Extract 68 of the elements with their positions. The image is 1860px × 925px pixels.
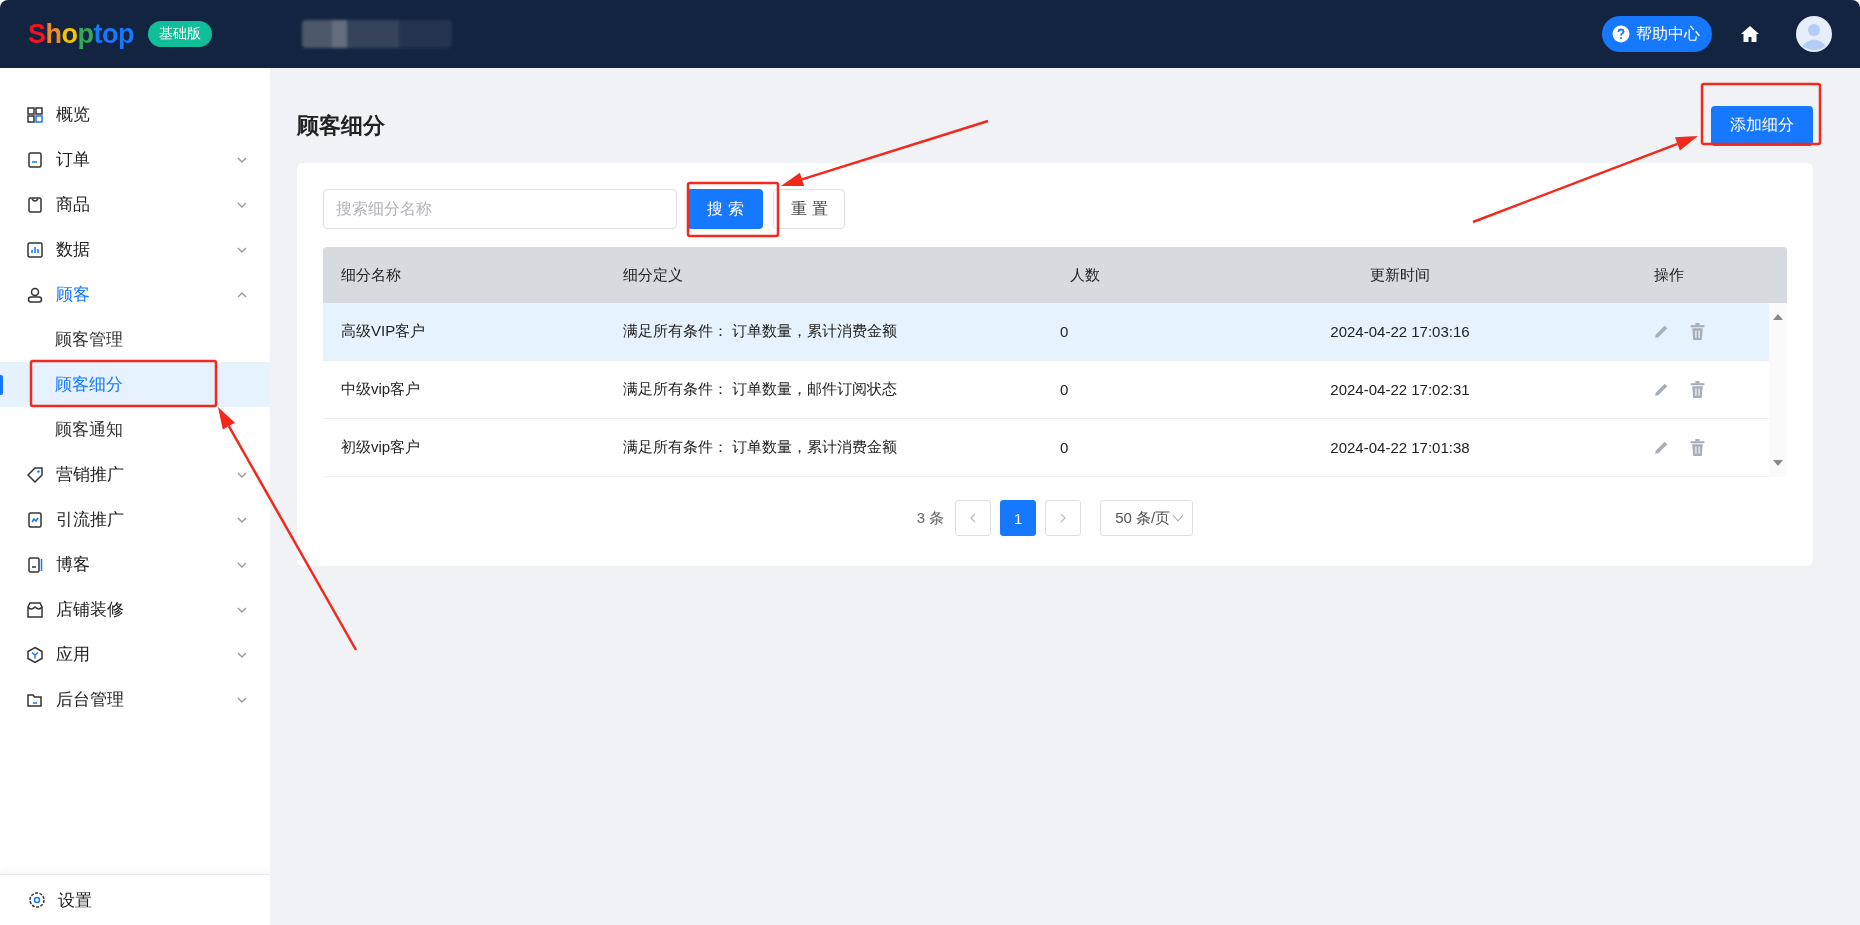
store-icon — [26, 600, 44, 619]
column-header: 细分名称 — [340, 265, 402, 285]
sidebar-item[interactable]: 数据 — [0, 227, 270, 272]
table-cell-text: 2024-04-22 17:03:16 — [1329, 323, 1471, 340]
bar-chart-icon — [26, 240, 44, 259]
trend-document-icon — [26, 510, 44, 529]
scroll-up-icon[interactable] — [1772, 313, 1784, 321]
grid-icon — [26, 105, 44, 124]
table-row[interactable]: 初级vip客户 满足所有条件： 订单数量，累计消费金额 0 2024-04-22 17:01:38 — [323, 419, 1769, 477]
cube-icon — [26, 645, 44, 664]
avatar-icon[interactable] — [1796, 16, 1832, 52]
logo[interactable]: Shoptop — [28, 18, 134, 50]
delete-icon[interactable] — [1688, 322, 1707, 341]
table-cell-text: 2024-04-22 17:02:31 — [1329, 381, 1471, 398]
page-title: 顾客细分 — [297, 111, 385, 140]
table-cell-text: 高级VIP客户 — [340, 322, 427, 341]
document-icon — [26, 555, 44, 574]
scroll-down-icon[interactable] — [1772, 459, 1784, 467]
chevron-down-icon — [1172, 514, 1185, 522]
plan-badge: 基础版 — [148, 21, 212, 47]
delete-icon[interactable] — [1688, 380, 1707, 399]
page-button[interactable]: 1 — [1000, 500, 1037, 536]
total-count: 3 条 — [916, 508, 945, 528]
sidebar-item[interactable]: 商品 — [0, 182, 270, 227]
help-icon — [1612, 25, 1630, 43]
column-header: 更新时间 — [1369, 265, 1431, 285]
search-field[interactable]: 搜索细分名称 — [323, 189, 677, 229]
page-size-select[interactable]: 50 条/页 — [1100, 500, 1194, 536]
table-cell-text: 0 — [1060, 381, 1070, 398]
table-cell-text: 满足所有条件： 订单数量，累计消费金额 — [623, 438, 899, 457]
tag-icon — [26, 465, 44, 484]
sidebar-item[interactable]: 营销推广 — [0, 452, 270, 497]
table-cell-text: 满足所有条件： 订单数量，累计消费金额 — [623, 322, 899, 341]
delete-icon[interactable] — [1688, 438, 1707, 457]
user-icon — [26, 285, 44, 304]
sidebar-item[interactable]: 博客 — [0, 542, 270, 587]
next-page-button[interactable] — [1045, 500, 1082, 536]
home-icon[interactable] — [1740, 24, 1760, 44]
column-header: 操作 — [1652, 265, 1685, 285]
table-cell-text: 0 — [1060, 439, 1070, 456]
document-icon — [26, 150, 44, 169]
previous-page-button[interactable] — [955, 500, 992, 536]
table-cell-text: 满足所有条件： 订单数量，邮件订阅状态 — [623, 380, 899, 399]
column-header: 细分定义 — [623, 265, 684, 285]
sidebar-item[interactable]: 顾客 — [0, 272, 270, 317]
sidebar-item[interactable]: 店铺装修 — [0, 587, 270, 632]
scrollbar[interactable] — [1769, 303, 1787, 477]
table-cell-text: 0 — [1060, 323, 1070, 340]
help-center-button[interactable]: 帮助中心 — [1602, 16, 1712, 52]
sidebar-item[interactable]: 订单 — [0, 137, 270, 182]
table-row[interactable]: 高级VIP客户 满足所有条件： 订单数量，累计消费金额 0 2024-04-22 17:03:16 — [323, 303, 1769, 361]
column-header: 人数 — [1069, 265, 1101, 285]
table-cell-text: 中级vip客户 — [340, 380, 422, 399]
table-cell-text: 2024-04-22 17:01:38 — [1329, 439, 1471, 456]
sidebar-subitem[interactable]: 顾客管理 — [0, 317, 270, 362]
sidebar-item[interactable]: 应用 — [0, 632, 270, 677]
table-cell-text: 初级vip客户 — [340, 438, 422, 457]
table-row[interactable]: 中级vip客户 满足所有条件： 订单数量，邮件订阅状态 0 2024-04-22 17:02:31 — [323, 361, 1769, 419]
box-icon — [26, 195, 44, 214]
sidebar-item[interactable]: 引流推广 — [0, 497, 270, 542]
sidebar-item[interactable]: 概览 — [0, 92, 270, 137]
reset-button[interactable]: 重置 — [773, 189, 845, 229]
sidebar-item[interactable]: 后台管理 — [0, 677, 270, 722]
add-segment-button[interactable]: 添加细分 — [1711, 105, 1813, 146]
sidebar-subitem[interactable]: 顾客通知 — [0, 407, 270, 452]
search-button[interactable]: 搜索 — [687, 189, 763, 229]
settings-icon — [28, 891, 46, 909]
sidebar-subitem[interactable]: 顾客细分 — [0, 362, 270, 407]
